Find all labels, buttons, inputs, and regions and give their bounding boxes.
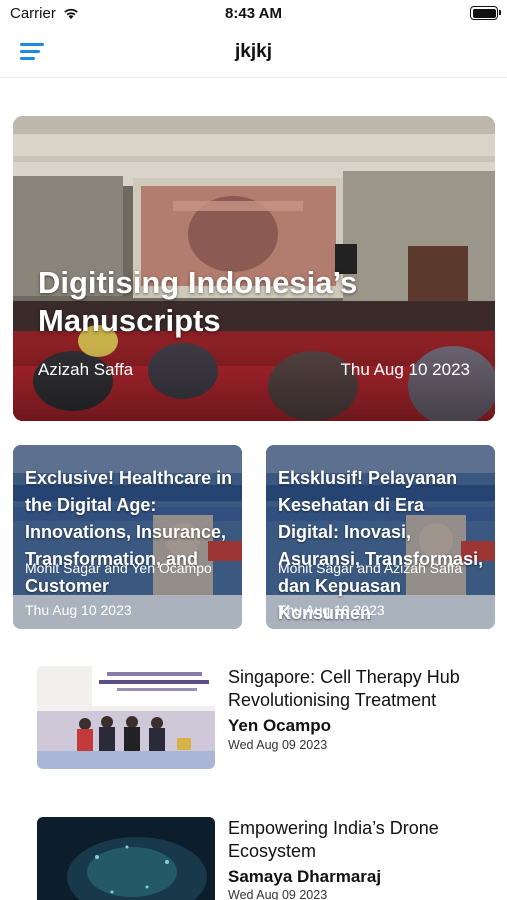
- list-item[interactable]: Empowering India’s Drone Ecosystem Samay…: [37, 817, 497, 900]
- navigation-bar: jkjkj: [0, 28, 507, 78]
- list-item[interactable]: Singapore: Cell Therapy Hub Revolutionis…: [37, 666, 497, 776]
- clock: 8:43 AM: [225, 5, 282, 22]
- article-card-author: Mohit Sagar and Azizah Saffa: [278, 560, 463, 576]
- status-bar: Carrier 8:43 AM: [0, 0, 507, 28]
- article-card-title: Exclusive! Healthcare in the Digital Age…: [25, 468, 233, 596]
- article-thumbnail: [37, 666, 215, 769]
- article-thumbnail: [37, 817, 215, 900]
- article-card[interactable]: Eksklusif! Pelayanan Kesehatan di Era Di…: [266, 445, 495, 629]
- featured-article-author: Azizah Saffa: [38, 360, 134, 379]
- list-item-title: Singapore: Cell Therapy Hub Revolutionis…: [228, 667, 460, 710]
- list-item-date: Wed Aug 09 2023: [228, 738, 328, 752]
- battery-icon: [470, 6, 501, 20]
- article-card-author: Mohit Sagar and Yen Ocampo: [25, 560, 212, 576]
- list-item-date: Wed Aug 09 2023: [228, 888, 328, 900]
- list-item-author: Samaya Dharmaraj: [228, 867, 382, 886]
- article-card[interactable]: Exclusive! Healthcare in the Digital Age…: [13, 445, 242, 629]
- article-card-date: Thu Aug 10 2023: [25, 602, 132, 618]
- featured-article-date: Thu Aug 10 2023: [340, 360, 470, 379]
- featured-article-card[interactable]: Digitising Indonesia’s Manuscripts Aziza…: [13, 116, 495, 421]
- featured-article-title: Digitising Indonesia’s Manuscripts: [38, 265, 358, 338]
- page-title: jkjkj: [235, 41, 272, 62]
- list-item-author: Yen Ocampo: [228, 716, 331, 735]
- list-item-title: Empowering India’s Drone Ecosystem: [228, 818, 439, 861]
- article-card-date: Thu Aug 10 2023: [278, 602, 385, 618]
